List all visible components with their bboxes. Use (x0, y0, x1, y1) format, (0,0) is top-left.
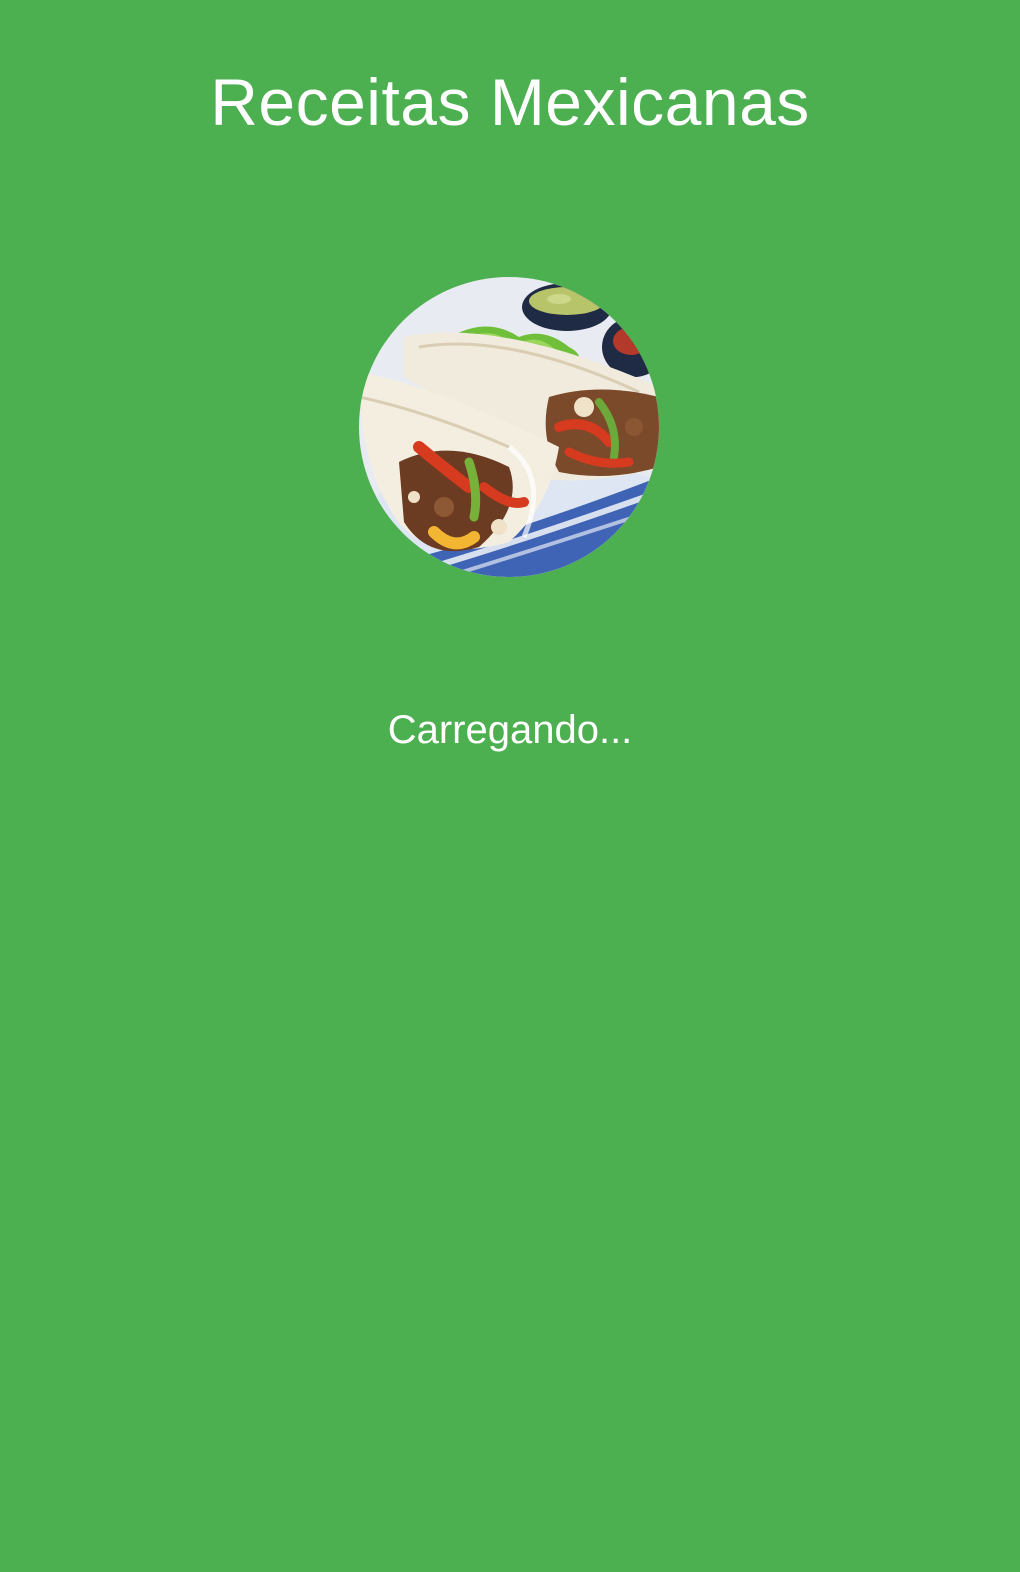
fajita-wraps-logo-image (359, 277, 659, 577)
app-title: Receitas Mexicanas (210, 65, 810, 139)
loading-status-text: Carregando... (387, 708, 633, 752)
splash-screen: { "app": { "title": "Receitas Mexicanas"… (0, 0, 1020, 1572)
